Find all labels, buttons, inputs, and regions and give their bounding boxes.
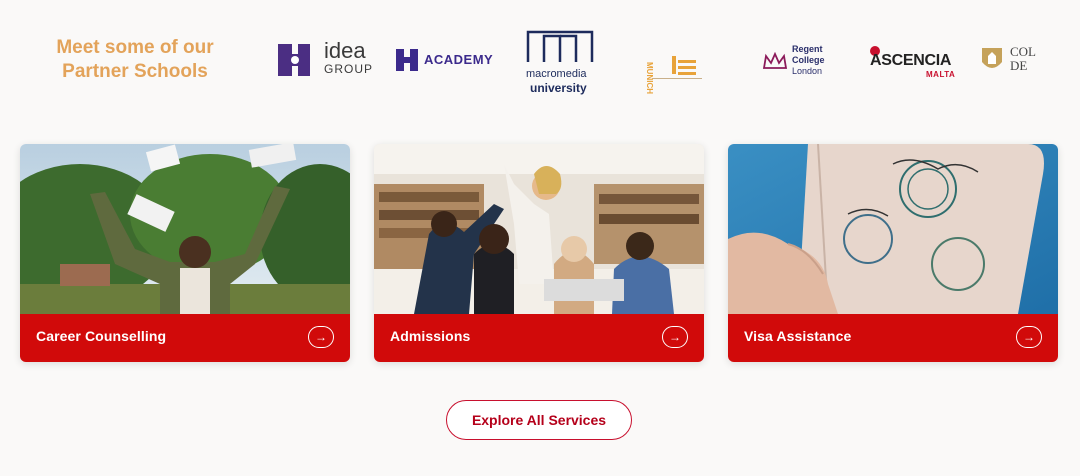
idea-group-logo[interactable]: idea GROUP [278, 38, 378, 80]
students-high-five-photo [374, 144, 704, 314]
regent-logo-text-3: London [792, 66, 823, 76]
service-card-admissions[interactable]: Admissions → [374, 144, 704, 362]
passport-visa-stamps-photo [728, 144, 1058, 314]
visa-assistance-label: Visa Assistance [744, 328, 852, 344]
arrow-right-icon[interactable]: → [1016, 326, 1042, 348]
partner-schools-section: Meet some of our Partner Schools idea GR… [0, 0, 1080, 110]
career-counselling-label: Career Counselling [36, 328, 167, 344]
academy-logo[interactable]: ACADEMY [396, 48, 496, 72]
college-de-logo[interactable]: COL DE [980, 44, 1040, 78]
idea-group-logo-text-2: GROUP [324, 62, 374, 76]
career-counselling-bar[interactable]: Career Counselling → [20, 314, 350, 362]
admissions-label: Admissions [390, 328, 471, 344]
academy-logo-text: ACADEMY [424, 52, 494, 67]
partners-title: Meet some of our Partner Schools [56, 37, 214, 82]
arrow-right-icon[interactable]: → [308, 326, 334, 348]
regent-logo-text-2: College [792, 55, 825, 65]
arrow-right-icon[interactable]: → [662, 326, 688, 348]
macromedia-university-logo[interactable]: macromedia university [520, 26, 600, 96]
macromedia-logo-text-1: macromedia [526, 68, 587, 80]
explore-all-services-button[interactable]: Explore All Services [446, 400, 632, 440]
college-logo-text-2: DE [1010, 58, 1028, 73]
ascencia-malta-logo[interactable]: ASCENCIA MALTA [866, 44, 958, 80]
visa-assistance-bar[interactable]: Visa Assistance → [728, 314, 1058, 362]
idea-group-logo-text-1: idea [324, 38, 366, 63]
macromedia-logo-text-2: university [530, 81, 587, 95]
regent-logo-text-1: Regent [792, 44, 823, 54]
ascencia-logo-text-2: MALTA [926, 70, 956, 79]
munich-logo-text: MUNICH [645, 62, 654, 94]
munich-logo[interactable]: MUNICH [645, 40, 704, 94]
service-card-visa-assistance[interactable]: Visa Assistance → [728, 144, 1058, 362]
service-card-career-counselling[interactable]: Career Counselling → [20, 144, 350, 362]
admissions-bar[interactable]: Admissions → [374, 314, 704, 362]
regent-college-london-logo[interactable]: Regent College London [762, 44, 832, 78]
ascencia-logo-text-1: ASCENCIA [870, 52, 952, 69]
graduate-celebrating-photo [20, 144, 350, 314]
